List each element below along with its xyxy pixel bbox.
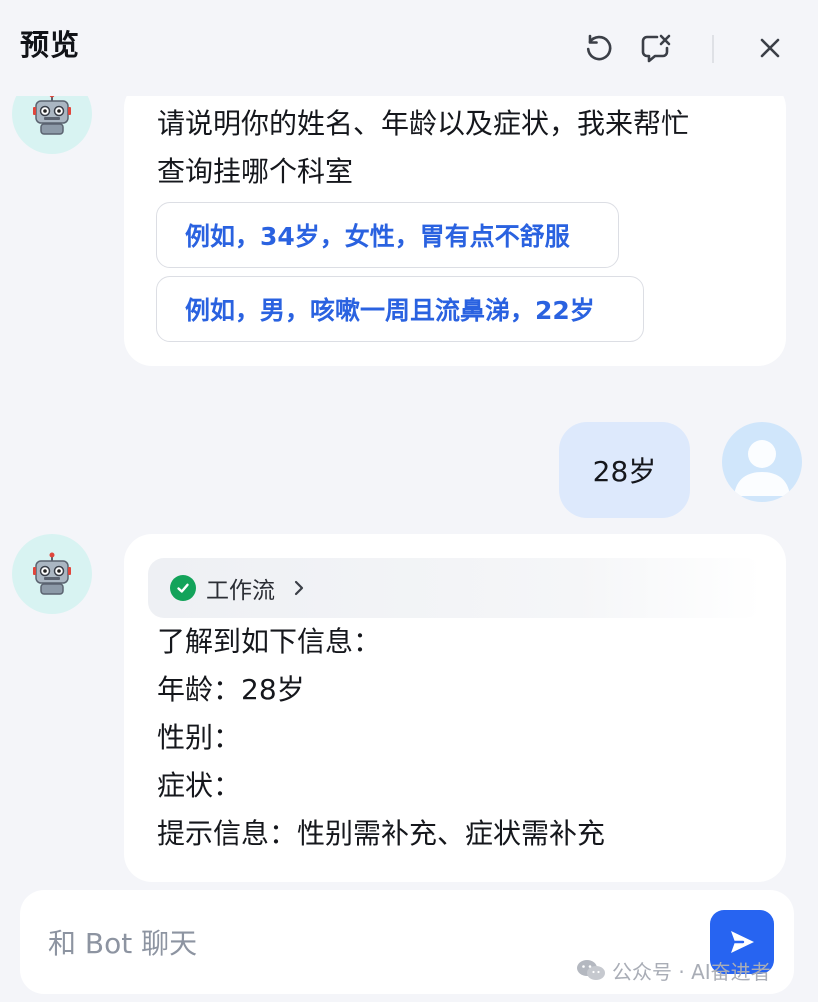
user-message-1: 28岁: [559, 422, 690, 518]
watermark-text: 公众号 · AI奋进者: [612, 959, 771, 984]
preview-header: 预览: [0, 0, 818, 96]
result-line: 性别：: [157, 721, 242, 754]
send-icon: [731, 931, 754, 953]
page-title: 预览: [20, 28, 81, 62]
check-circle-icon: [170, 575, 196, 601]
user-icon: [734, 440, 790, 496]
result-line: 了解到如下信息：: [157, 625, 382, 658]
chevron-right-icon: [293, 579, 305, 597]
close-button[interactable]: [750, 28, 790, 68]
workflow-status[interactable]: 工作流: [148, 558, 762, 618]
refresh-icon: [586, 34, 612, 61]
workflow-label: 工作流: [206, 578, 275, 604]
bot-message-line: 查询挂哪个科室: [157, 155, 354, 188]
bot-avatar: [12, 534, 92, 614]
watermark: 公众号 · AI奋进者: [576, 956, 771, 984]
workflow-result: 了解到如下信息： 年龄：28岁 性别： 症状： 提示信息：性别需补充、症状需补充: [157, 618, 605, 858]
user-avatar: [722, 422, 802, 502]
close-icon: [760, 38, 780, 58]
suggestion-chip-1[interactable]: 例如，34岁，女性，胃有点不舒服: [156, 202, 619, 268]
result-line: 症状：: [157, 769, 242, 802]
robot-icon: [33, 552, 71, 595]
result-line: 年龄：28岁: [157, 673, 305, 706]
clear-chat-icon: [641, 34, 671, 63]
bot-message-2: 工作流 了解到如下信息： 年龄：28岁 性别： 症状： 提示信息：性别需补充、症…: [124, 534, 786, 882]
suggestion-chip-2[interactable]: 例如，男，咳嗽一周且流鼻涕，22岁: [156, 276, 644, 342]
robot-icon: [33, 92, 71, 135]
bot-message-line: 请说明你的姓名、年龄以及症状，我来帮忙: [157, 107, 690, 140]
chat-input[interactable]: [48, 920, 668, 966]
clear-chat-button[interactable]: [636, 28, 676, 68]
result-line: 提示信息：性别需补充、症状需补充: [157, 817, 606, 850]
refresh-button[interactable]: [579, 28, 619, 68]
wechat-icon: [576, 958, 606, 982]
bot-message-1: 请说明你的姓名、年龄以及症状，我来帮忙 查询挂哪个科室 例如，34岁，女性，胃有…: [124, 80, 786, 366]
header-divider: [712, 35, 714, 63]
